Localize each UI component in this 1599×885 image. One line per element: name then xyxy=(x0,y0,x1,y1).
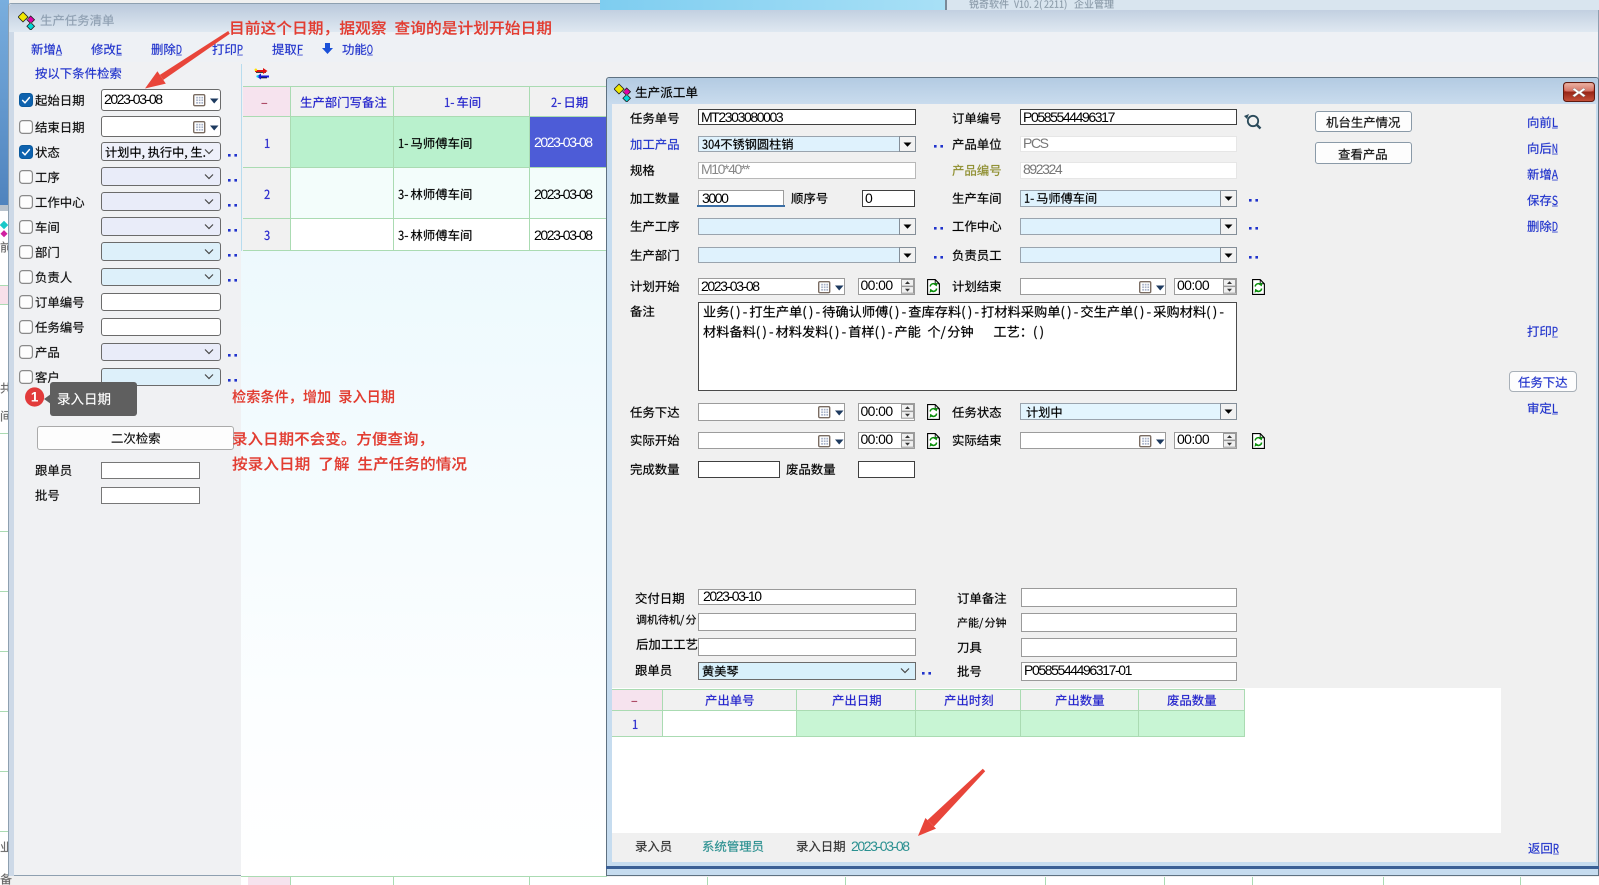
svg-text:1: 1 xyxy=(31,390,39,405)
